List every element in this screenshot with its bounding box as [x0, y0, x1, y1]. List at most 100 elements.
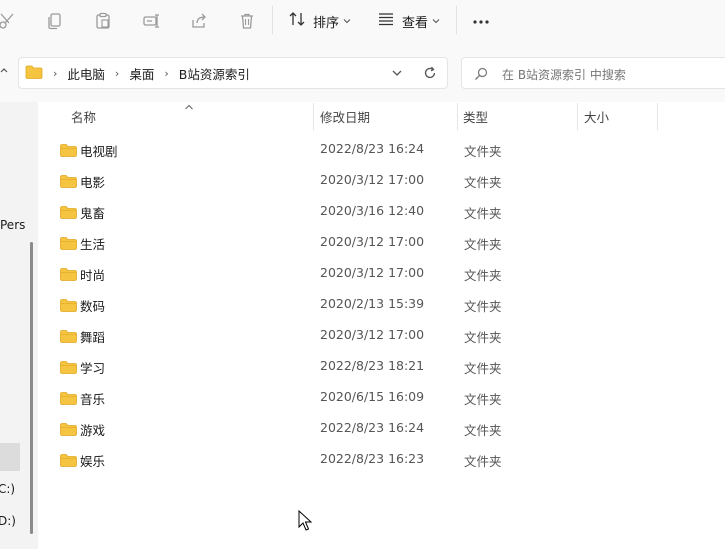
breadcrumb-item[interactable]: 此电脑 — [67, 64, 105, 83]
breadcrumb-item[interactable]: B站资源索引 — [179, 64, 250, 83]
table-row[interactable]: 电视剧 2022/8/23 16:24 文件夹 — [60, 139, 700, 161]
folder-icon — [60, 173, 77, 192]
table-row[interactable]: 音乐 2020/6/15 16:09 文件夹 — [60, 387, 700, 409]
file-name: 鬼畜 — [80, 206, 106, 221]
file-modified-date: 2022/8/23 16:24 — [320, 141, 425, 156]
file-modified-date: 2022/8/23 16:23 — [320, 451, 425, 466]
address-bar[interactable]: › 此电脑 › 桌面 › B站资源索引 — [18, 57, 448, 89]
sort-button[interactable]: 排序 — [289, 8, 351, 34]
view-icon — [378, 11, 394, 31]
file-name: 电影 — [80, 175, 106, 190]
table-row[interactable]: 电影 2020/3/12 17:00 文件夹 — [60, 170, 700, 192]
folder-icon — [25, 65, 43, 82]
chevron-down-icon — [432, 14, 440, 29]
rename-icon[interactable] — [140, 10, 162, 32]
file-type: 文件夹 — [464, 454, 502, 469]
paste-icon[interactable] — [92, 10, 114, 32]
file-name: 舞蹈 — [80, 330, 106, 345]
file-type: 文件夹 — [464, 423, 502, 438]
folder-icon — [60, 266, 77, 285]
file-modified-date: 2022/8/23 16:24 — [320, 420, 425, 435]
file-name: 学习 — [80, 361, 106, 376]
file-modified-date: 2020/2/13 15:39 — [320, 296, 425, 311]
table-row[interactable]: 时尚 2020/3/12 17:00 文件夹 — [60, 263, 700, 285]
nav-item-label[interactable]: C:) — [0, 482, 15, 496]
table-row[interactable]: 游戏 2022/8/23 16:24 文件夹 — [60, 418, 700, 440]
file-modified-date: 2020/3/12 17:00 — [320, 172, 425, 187]
folder-icon — [60, 390, 77, 409]
column-divider[interactable] — [657, 103, 658, 130]
file-modified-date: 2020/3/12 17:00 — [320, 265, 425, 280]
navigation-pane: Pers C:) D:) — [0, 102, 38, 549]
file-modified-date: 2020/6/15 16:09 — [320, 389, 425, 404]
refresh-icon[interactable] — [423, 65, 437, 84]
table-row[interactable]: 生活 2020/3/12 17:00 文件夹 — [60, 232, 700, 254]
file-modified-date: 2020/3/16 12:40 — [320, 203, 425, 218]
copy-icon[interactable] — [44, 10, 66, 32]
table-row[interactable]: 娱乐 2022/8/23 16:23 文件夹 — [60, 449, 700, 471]
sort-label: 排序 — [313, 15, 340, 31]
file-type: 文件夹 — [464, 361, 502, 376]
folder-icon — [60, 421, 77, 440]
chevron-down-icon — [343, 14, 351, 29]
file-modified-date: 2020/3/12 17:00 — [320, 327, 425, 342]
file-name: 游戏 — [80, 423, 106, 438]
file-modified-date: 2020/3/12 17:00 — [320, 234, 425, 249]
delete-icon[interactable] — [236, 10, 258, 32]
breadcrumb-item[interactable]: 桌面 — [129, 64, 154, 83]
file-type: 文件夹 — [464, 175, 502, 190]
nav-item-label[interactable]: D:) — [0, 514, 16, 528]
file-type: 文件夹 — [464, 330, 502, 345]
column-header-name[interactable]: 名称 — [71, 107, 96, 126]
search-placeholder: 在 B站资源索引 中搜索 — [502, 68, 626, 82]
share-icon[interactable] — [188, 10, 210, 32]
file-name: 生活 — [80, 237, 106, 252]
mouse-cursor-icon — [298, 509, 313, 536]
file-name: 音乐 — [80, 392, 106, 407]
view-button[interactable]: 查看 — [378, 8, 440, 34]
toolbar-divider — [272, 6, 273, 34]
chevron-up-icon — [184, 96, 194, 115]
column-divider[interactable] — [577, 103, 578, 130]
nav-item-label[interactable]: Pers — [0, 218, 25, 232]
nav-item-selected[interactable] — [0, 443, 20, 471]
file-name: 时尚 — [80, 268, 106, 283]
column-divider[interactable] — [457, 103, 458, 130]
file-name: 电视剧 — [80, 144, 118, 159]
search-icon — [474, 66, 488, 85]
file-type: 文件夹 — [464, 144, 502, 159]
file-type: 文件夹 — [464, 206, 502, 221]
column-header-date[interactable]: 修改日期 — [320, 107, 370, 126]
folder-icon — [60, 328, 77, 347]
column-header-size[interactable]: 大小 — [584, 107, 609, 126]
chevron-right-icon: › — [164, 66, 169, 80]
file-type: 文件夹 — [464, 237, 502, 252]
folder-icon — [60, 235, 77, 254]
address-dropdown-icon[interactable] — [390, 65, 404, 84]
search-input[interactable]: 在 B站资源索引 中搜索 — [461, 57, 725, 89]
more-icon[interactable] — [470, 12, 492, 32]
sort-icon — [289, 11, 305, 31]
chevron-right-icon: › — [114, 66, 120, 80]
folder-icon — [60, 359, 77, 378]
folder-icon — [60, 204, 77, 223]
column-header-type[interactable]: 类型 — [463, 107, 488, 126]
table-row[interactable]: 数码 2020/2/13 15:39 文件夹 — [60, 294, 700, 316]
chevron-right-icon: › — [53, 66, 58, 80]
file-type: 文件夹 — [464, 392, 502, 407]
file-type: 文件夹 — [464, 299, 502, 314]
toolbar-divider — [456, 6, 457, 34]
folder-icon — [60, 142, 77, 161]
cut-icon[interactable] — [0, 10, 18, 32]
command-bar: 排序 查看 — [0, 0, 725, 44]
table-row[interactable]: 舞蹈 2020/3/12 17:00 文件夹 — [60, 325, 700, 347]
nav-scrollbar[interactable] — [30, 242, 33, 534]
folder-icon — [60, 297, 77, 316]
table-row[interactable]: 学习 2022/8/23 18:21 文件夹 — [60, 356, 700, 378]
view-label: 查看 — [402, 15, 429, 31]
breadcrumb: › 此电脑 › 桌面 › B站资源索引 — [25, 58, 250, 88]
column-divider[interactable] — [313, 103, 314, 130]
file-type: 文件夹 — [464, 268, 502, 283]
table-row[interactable]: 鬼畜 2020/3/16 12:40 文件夹 — [60, 201, 700, 223]
chevron-up-icon[interactable] — [0, 66, 8, 79]
